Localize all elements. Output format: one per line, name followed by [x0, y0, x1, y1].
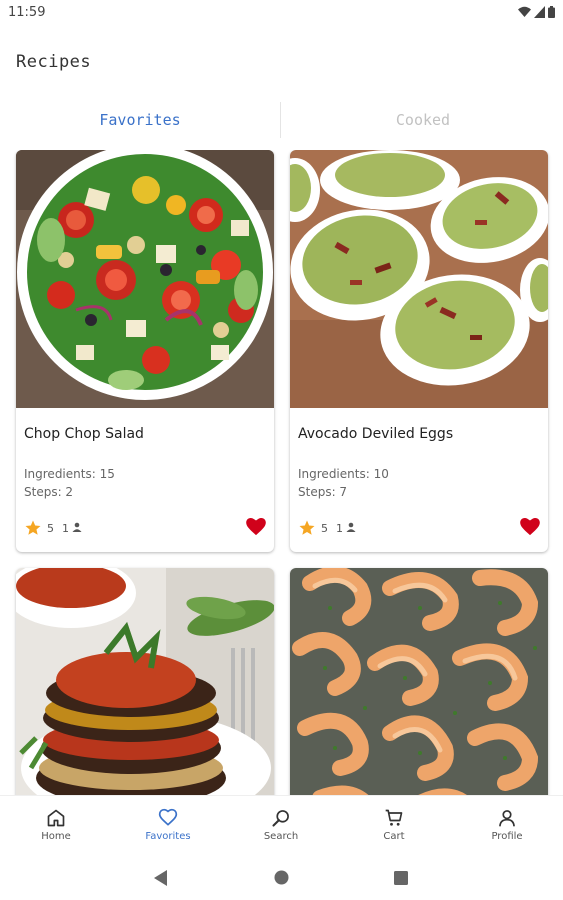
home-button-icon[interactable] — [274, 870, 289, 885]
recipe-footer: 5 1 — [24, 518, 266, 540]
recipe-steps: Steps: 7 — [298, 485, 348, 499]
nav-cart[interactable]: Cart — [338, 796, 450, 856]
recipe-ingredients: Ingredients: 10 — [298, 467, 389, 481]
rating-count: 1 — [336, 522, 343, 535]
tab-favorites[interactable]: Favorites — [0, 100, 280, 140]
recipe-card[interactable] — [290, 568, 548, 795]
search-icon — [272, 810, 289, 827]
nav-label: Search — [263, 831, 299, 842]
rating-count: 1 — [62, 522, 69, 535]
nav-home[interactable]: Home — [0, 796, 112, 856]
cart-icon — [385, 809, 403, 826]
signal-icon — [534, 6, 545, 18]
star-icon — [299, 520, 315, 535]
tab-cooked[interactable]: Cooked — [283, 100, 563, 140]
tab-divider — [280, 102, 281, 138]
recipe-ingredients: Ingredients: 15 — [24, 467, 115, 481]
tab-bar: Favorites Cooked — [0, 100, 563, 140]
recipe-steps: Steps: 2 — [24, 485, 74, 499]
heart-icon[interactable] — [246, 518, 266, 536]
status-time: 11:59 — [8, 5, 46, 20]
battery-icon — [548, 6, 555, 18]
rating-value: 5 — [321, 522, 328, 535]
recipe-image[interactable] — [16, 150, 274, 408]
nav-favorites[interactable]: Favorites — [112, 796, 224, 856]
recipe-card[interactable]: Avocado Deviled Eggs Ingredients: 10 Ste… — [290, 150, 548, 552]
person-icon — [72, 522, 82, 532]
back-icon[interactable] — [154, 870, 167, 886]
roasted-shrimp-photo — [290, 568, 548, 795]
star-icon — [25, 520, 41, 535]
status-icons — [518, 6, 555, 18]
recipe-image[interactable] — [290, 568, 548, 795]
recipe-card[interactable] — [16, 568, 274, 795]
eggplant-parmesan-photo — [16, 568, 274, 795]
recipe-card[interactable]: Chop Chop Salad Ingredients: 15 Steps: 2… — [16, 150, 274, 552]
salad-photo — [16, 150, 274, 408]
heart-outline-icon — [158, 808, 178, 826]
recipe-footer: 5 1 — [298, 518, 540, 540]
recipe-title: Chop Chop Salad — [24, 426, 144, 442]
nav-label: Home — [41, 831, 71, 842]
recipe-title: Avocado Deviled Eggs — [298, 426, 454, 442]
page-title: Recipes — [16, 52, 92, 72]
rating-value: 5 — [47, 522, 54, 535]
nav-profile[interactable]: Profile — [451, 796, 563, 856]
profile-icon — [499, 810, 515, 827]
wifi-icon — [518, 6, 531, 17]
person-icon — [346, 522, 356, 532]
recents-icon[interactable] — [394, 871, 408, 885]
status-bar: 11:59 — [0, 0, 563, 26]
nav-label: Profile — [491, 831, 523, 842]
nav-search[interactable]: Search — [225, 796, 337, 856]
bottom-nav: Home Favorites Search Cart Profile — [0, 795, 563, 855]
recipe-grid: Chop Chop Salad Ingredients: 15 Steps: 2… — [0, 150, 563, 795]
recipe-image[interactable] — [290, 150, 548, 408]
recipe-image[interactable] — [16, 568, 274, 795]
nav-label: Cart — [383, 831, 405, 842]
deviled-eggs-photo — [290, 150, 548, 408]
nav-label: Favorites — [145, 831, 191, 842]
home-icon — [47, 809, 65, 827]
heart-icon[interactable] — [520, 518, 540, 536]
system-nav-bar — [0, 855, 563, 900]
